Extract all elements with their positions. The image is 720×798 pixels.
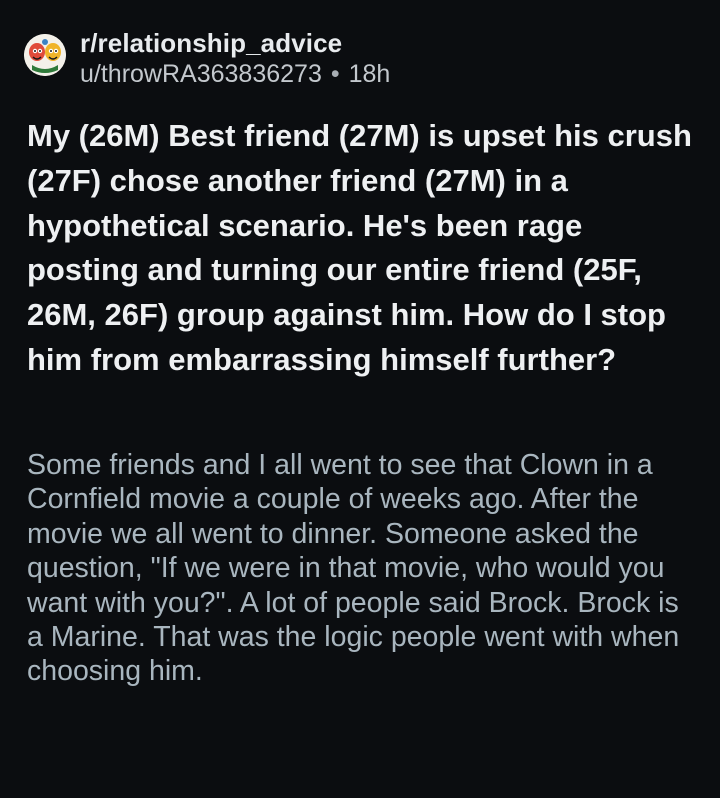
separator-dot: • [330, 60, 340, 88]
post-age: 18h [348, 60, 391, 88]
author-username[interactable]: u/throwRA363836273 [80, 59, 322, 89]
post-meta: r/relationship_advice u/throwRA363836273… [80, 28, 390, 89]
avatar-illustration [24, 34, 66, 76]
post-title[interactable]: My (26M) Best friend (27M) is upset his … [27, 114, 697, 383]
byline: u/throwRA363836273 • 18h [80, 59, 390, 89]
subreddit-name[interactable]: r/relationship_advice [80, 28, 390, 58]
post-header: r/relationship_advice u/throwRA363836273… [24, 28, 390, 89]
subreddit-avatar-icon[interactable] [24, 34, 66, 76]
post-body: Some friends and I all went to see that … [27, 449, 680, 688]
post: r/relationship_advice u/throwRA363836273… [0, 0, 720, 798]
